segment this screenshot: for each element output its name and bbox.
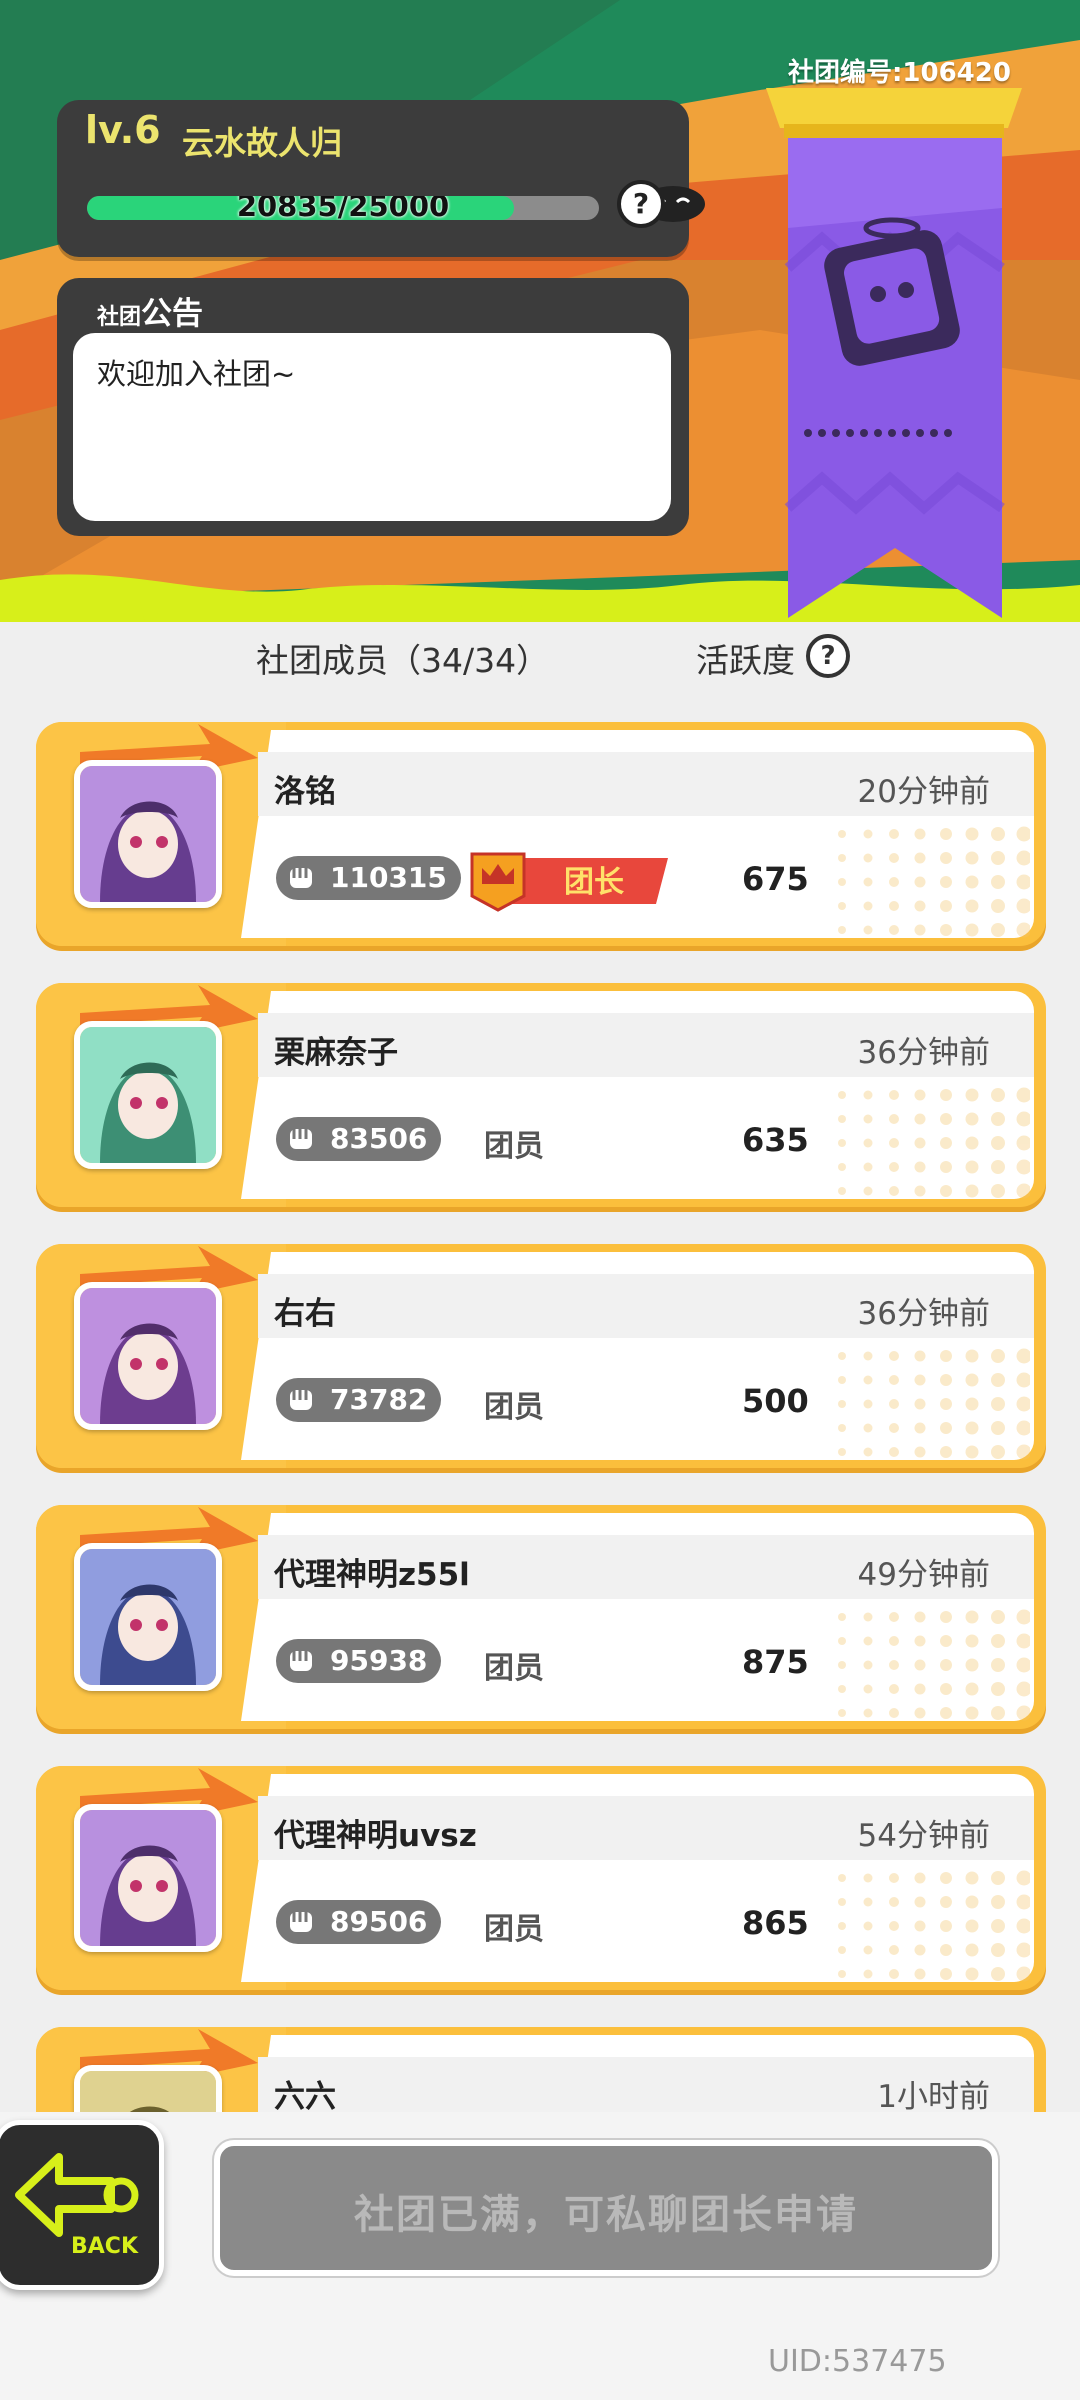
- member-last-seen: 49分钟前: [857, 1557, 990, 1593]
- back-button[interactable]: BACK: [0, 2120, 164, 2290]
- club-banner: [762, 88, 1026, 628]
- join-club-button[interactable]: 社团已满，可私聊团长申请: [214, 2140, 998, 2276]
- member-power: 110315: [276, 856, 461, 900]
- member-avatar[interactable]: [74, 1021, 222, 1169]
- member-name: 代理神明uvsz: [274, 1818, 477, 1854]
- member-role: 团员: [484, 1390, 544, 1425]
- member-activity: 635: [742, 1121, 809, 1159]
- member-last-seen: 36分钟前: [857, 1296, 990, 1332]
- fist-icon: [290, 1390, 312, 1410]
- fist-icon: [290, 868, 312, 888]
- member-name: 六六: [274, 2079, 336, 2115]
- member-role: 团员: [484, 1129, 544, 1164]
- notice-card: 社团公告 欢迎加入社团~: [57, 278, 689, 536]
- member-row[interactable]: 代理神明uvsz 54分钟前 89506 团员 865: [36, 1766, 1046, 1990]
- member-last-seen: 20分钟前: [857, 774, 990, 810]
- join-club-label: 社团已满，可私聊团长申请: [354, 2192, 858, 2238]
- member-last-seen: 36分钟前: [857, 1035, 990, 1071]
- notice-text: 欢迎加入社团~: [97, 357, 296, 391]
- member-row[interactable]: 右右 36分钟前 73782 团员 500: [36, 1244, 1046, 1468]
- member-role: 团长: [564, 865, 624, 900]
- member-avatar[interactable]: [74, 760, 222, 908]
- level-help-icon[interactable]: ?: [617, 180, 665, 228]
- back-label: BACK: [71, 2234, 139, 2259]
- activity-help-icon[interactable]: ?: [806, 634, 850, 678]
- member-power: 83506: [276, 1117, 442, 1161]
- member-row[interactable]: 代理神明z55l 49分钟前 95938 团员 875: [36, 1505, 1046, 1729]
- member-avatar[interactable]: [74, 1282, 222, 1430]
- xp-progress-bar: 20835/25000: [87, 196, 599, 220]
- member-name: 洛铭: [274, 774, 336, 810]
- member-power: 73782: [276, 1378, 442, 1422]
- notice-body: 欢迎加入社团~: [73, 333, 671, 521]
- member-role: 团员: [484, 1651, 544, 1686]
- member-last-seen: 1小时前: [877, 2079, 990, 2115]
- dot-pattern-decor: [838, 1609, 1030, 1721]
- dot-pattern-decor: [838, 826, 1030, 938]
- member-avatar[interactable]: [74, 1543, 222, 1691]
- xp-progress-text: 20835/25000: [236, 196, 450, 220]
- member-power-value: 73782: [330, 1383, 428, 1416]
- fist-icon: [290, 1912, 312, 1932]
- back-arrow-icon: BACK: [15, 2153, 139, 2259]
- members-count-header: 社团成员（34/34）: [256, 641, 550, 680]
- dot-pattern-decor: [838, 1087, 1030, 1199]
- member-power-value: 110315: [330, 861, 447, 894]
- notice-title-big: 公告: [141, 296, 204, 332]
- member-last-seen: 54分钟前: [857, 1818, 990, 1854]
- member-power-value: 89506: [330, 1905, 428, 1938]
- member-power-value: 95938: [330, 1644, 428, 1677]
- member-activity: 675: [742, 860, 809, 898]
- club-name: 云水故人归: [182, 124, 343, 162]
- activity-header: 活跃度: [696, 641, 795, 680]
- member-name: 右右: [274, 1296, 336, 1332]
- dot-pattern-decor: [838, 1348, 1030, 1460]
- member-activity: 500: [742, 1382, 809, 1420]
- member-name: 代理神明z55l: [274, 1557, 470, 1593]
- notice-title: 社团公告: [97, 288, 203, 333]
- member-avatar[interactable]: [74, 1804, 222, 1952]
- club-level-card: lv.6 云水故人归 20835/25000 ?: [57, 100, 705, 257]
- club-level: lv.6: [85, 108, 161, 152]
- member-power: 89506: [276, 1900, 442, 1944]
- fist-icon: [290, 1651, 312, 1671]
- club-id: 社团编号:106420: [788, 58, 1011, 88]
- dot-pattern-decor: [838, 1870, 1030, 1982]
- leader-badge: 团长: [470, 852, 668, 912]
- user-uid: UID:537475: [768, 2344, 947, 2379]
- member-role: 团员: [484, 1912, 544, 1947]
- member-activity: 875: [742, 1643, 809, 1681]
- notice-title-small: 社团: [97, 305, 142, 330]
- member-row[interactable]: 栗麻奈子 36分钟前 83506 团员 635: [36, 983, 1046, 1207]
- member-power: 95938: [276, 1639, 442, 1683]
- member-power-value: 83506: [330, 1122, 428, 1155]
- member-activity: 865: [742, 1904, 809, 1942]
- member-name: 栗麻奈子: [274, 1035, 398, 1071]
- fist-icon: [290, 1129, 312, 1149]
- member-row[interactable]: 洛铭 20分钟前 110315 团长 675: [36, 722, 1046, 946]
